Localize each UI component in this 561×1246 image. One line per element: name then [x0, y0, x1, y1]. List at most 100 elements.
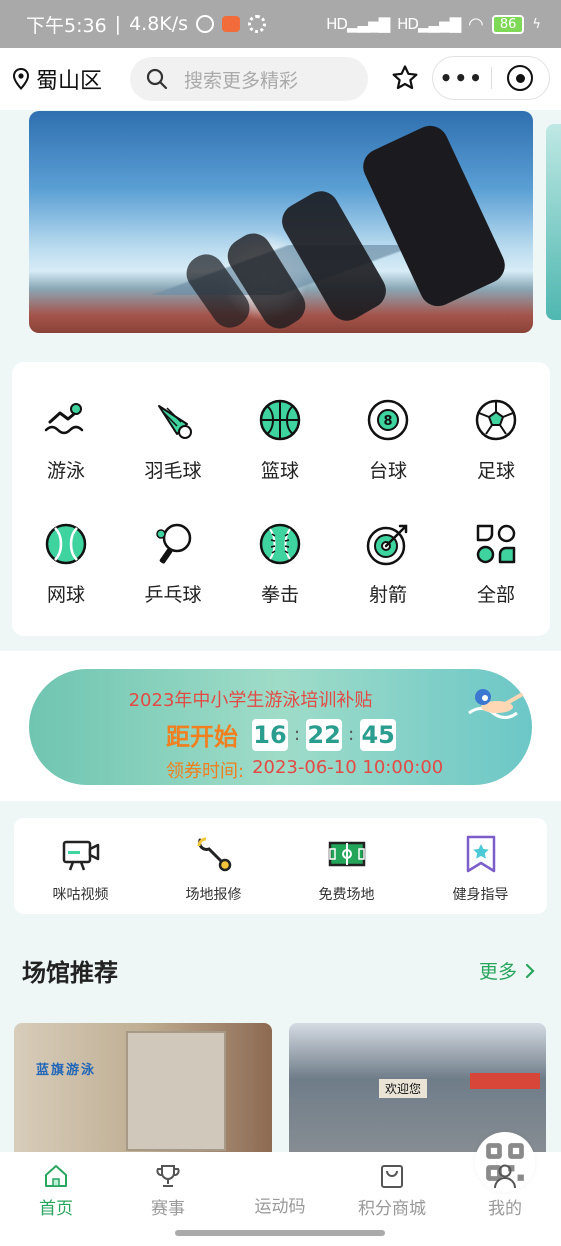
bookmark-star-icon — [466, 835, 495, 873]
football-icon — [475, 399, 517, 441]
more-button[interactable]: ••• — [433, 66, 491, 90]
banner-next-slide[interactable] — [546, 124, 561, 320]
nav-me[interactable]: 我的 — [449, 1162, 561, 1219]
subsidy-title: 2023年中小学生游泳培训补贴 — [128, 690, 373, 711]
category-badminton[interactable]: 羽毛球 — [119, 396, 227, 506]
badminton-icon — [158, 405, 192, 439]
chevron-right-icon — [525, 963, 535, 978]
countdown-seconds: 45 — [360, 718, 397, 751]
all-categories-icon — [476, 524, 516, 564]
network-speed: 4.8K/s — [129, 13, 189, 35]
target-icon — [507, 65, 534, 91]
trophy-icon — [156, 1165, 180, 1187]
nav-events[interactable]: 赛事 — [112, 1162, 224, 1219]
signal-icon-2: HD▂▃▅▇ — [397, 15, 461, 33]
field-icon — [328, 841, 365, 867]
favorite-button[interactable] — [385, 58, 425, 98]
venue-photo — [470, 1073, 540, 1089]
miniprogram-capsule: ••• — [432, 56, 550, 100]
nav-label: 运动码 — [254, 1197, 306, 1217]
record-icon — [222, 16, 241, 32]
category-all[interactable]: 全部 — [442, 520, 550, 630]
category-table-tennis[interactable]: 乒乓球 — [119, 520, 227, 630]
swimmer-illustration-icon — [468, 689, 523, 719]
category-archery[interactable]: 射箭 — [334, 520, 442, 630]
category-football[interactable]: 足球 — [442, 396, 550, 506]
user-icon — [494, 1164, 516, 1189]
category-label: 足球 — [476, 460, 515, 482]
nav-points-mall[interactable]: 积分商城 — [336, 1162, 448, 1219]
category-basketball[interactable]: 篮球 — [226, 396, 334, 506]
category-label: 射箭 — [368, 584, 407, 606]
charging-icon: ϟ — [532, 16, 541, 32]
billiards-icon: 8 — [367, 399, 409, 441]
category-label: 羽毛球 — [144, 460, 202, 482]
nav-label: 积分商城 — [358, 1199, 426, 1219]
category-label: 台球 — [368, 460, 407, 482]
swimming-icon — [44, 403, 84, 435]
category-label: 拳击 — [260, 584, 299, 606]
settings-icon — [248, 15, 267, 33]
video-camera-icon — [62, 840, 99, 871]
home-indicator — [175, 1230, 385, 1236]
category-label: 乒乓球 — [144, 584, 202, 606]
venue-section-title: 场馆推荐 — [22, 959, 118, 987]
battery-icon: 86 — [491, 14, 525, 34]
table-tennis-icon — [156, 523, 192, 564]
category-label: 游泳 — [46, 460, 85, 482]
nav-home[interactable]: 首页 — [0, 1162, 112, 1219]
service-repair[interactable]: 场地报修 — [147, 834, 280, 904]
banner-carousel[interactable] — [29, 111, 533, 333]
category-label: 篮球 — [260, 460, 299, 482]
category-billiards[interactable]: 8 台球 — [334, 396, 442, 506]
venue-more-link[interactable]: 更多 — [479, 957, 535, 984]
home-icon — [45, 1165, 67, 1187]
wifi-icon: ◠ — [468, 13, 484, 35]
subsidy-banner[interactable]: 2023年中小学生游泳培训补贴 距开始 16 : 22 : 45 领券时间: 2… — [29, 669, 532, 785]
coupon-time-value: 2023-06-10 10:00:00 — [252, 757, 444, 778]
sport-categories: 游泳 羽毛球 篮球 8 台球 足球 网球 乒乓球 拳击 射箭 全部 — [12, 362, 550, 636]
nav-label: 我的 — [488, 1199, 522, 1219]
subsidy-section: 2023年中小学生游泳培训补贴 距开始 16 : 22 : 45 领券时间: 2… — [0, 651, 561, 801]
close-miniprogram-button[interactable] — [491, 65, 549, 91]
service-video[interactable]: 咪咕视频 — [14, 834, 147, 904]
service-label: 免费场地 — [318, 887, 375, 903]
status-time: 下午5:36 — [26, 14, 107, 37]
countdown: 距开始 16 : 22 : 45 — [166, 717, 397, 752]
boxing-icon — [259, 523, 301, 565]
archery-icon — [366, 524, 408, 566]
venue-sign: 蓝旗游泳 — [36, 1063, 97, 1078]
venue-photo — [126, 1031, 226, 1151]
category-swimming[interactable]: 游泳 — [12, 396, 120, 506]
basketball-icon — [259, 399, 301, 441]
top-bar: 蜀山区 搜索更多精彩 ••• — [0, 48, 561, 110]
tennis-icon — [45, 523, 87, 565]
star-icon — [392, 65, 418, 90]
svg-text:8: 8 — [383, 414, 392, 429]
location-pin-icon — [12, 67, 30, 90]
more-label: 更多 — [478, 961, 517, 983]
alarm-icon — [196, 15, 215, 33]
countdown-prefix: 距开始 — [166, 723, 238, 751]
category-label: 全部 — [476, 584, 515, 606]
search-input[interactable]: 搜索更多精彩 — [130, 57, 368, 101]
signal-icon: HD▂▃▅▇ — [326, 15, 390, 33]
venue-card[interactable]: 蓝旗游泳 — [14, 1023, 272, 1163]
nav-label: 赛事 — [151, 1199, 185, 1219]
shopping-bag-icon — [381, 1165, 403, 1188]
coupon-time-label: 领券时间: — [166, 761, 245, 782]
venue-sign: 欢迎您 — [379, 1079, 428, 1098]
nav-sport-code[interactable]: 运动码 — [224, 1132, 535, 1217]
search-icon — [146, 68, 168, 90]
search-placeholder: 搜索更多精彩 — [184, 69, 299, 92]
service-fitness-guide[interactable]: 健身指导 — [414, 834, 547, 904]
category-tennis[interactable]: 网球 — [12, 520, 120, 630]
category-boxing[interactable]: 拳击 — [226, 520, 334, 630]
countdown-hours: 16 — [252, 718, 288, 751]
wrench-icon — [197, 837, 231, 872]
status-bar: 下午5:36 | 4.8K/s HD▂▃▅▇ HD▂▃▅▇ ◠ 86 ϟ — [0, 0, 561, 48]
service-label: 健身指导 — [452, 887, 509, 903]
coupon-time: 领券时间: 2023-06-10 10:00:00 — [166, 757, 443, 783]
service-free-field[interactable]: 免费场地 — [280, 834, 413, 904]
location-selector[interactable]: 蜀山区 — [12, 63, 102, 95]
